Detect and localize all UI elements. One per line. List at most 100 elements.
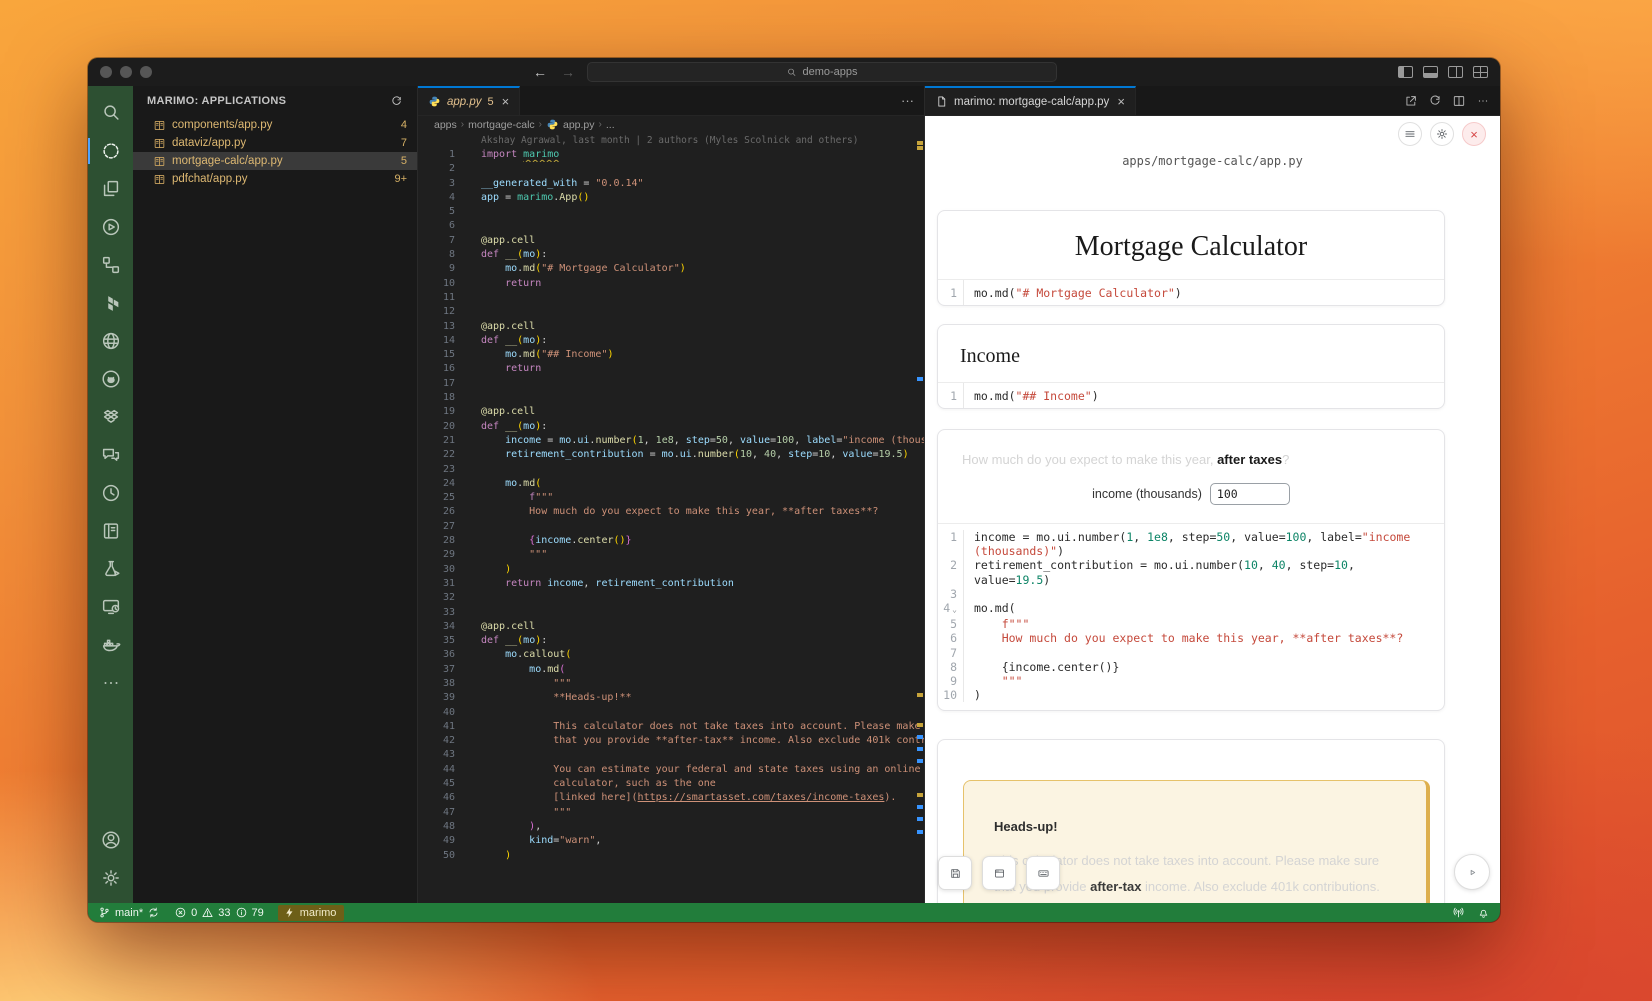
code-line[interactable]: 22 retirement_contribution = mo.ui.numbe… bbox=[418, 448, 924, 462]
code-line[interactable]: 41 This calculator does not take taxes i… bbox=[418, 720, 924, 734]
code-line[interactable]: 14def __(mo): bbox=[418, 334, 924, 348]
code-line[interactable]: 9 mo.md("# Mortgage Calculator") bbox=[418, 262, 924, 276]
gear-button[interactable] bbox=[1430, 122, 1454, 146]
code-line[interactable]: 38 """ bbox=[418, 677, 924, 691]
income-number-input[interactable] bbox=[1210, 483, 1290, 505]
code-line[interactable]: 26 How much do you expect to make this y… bbox=[418, 505, 924, 519]
cell-code[interactable]: mo.md("# Mortgage Calculator") bbox=[964, 286, 1182, 300]
code-line[interactable]: 1import marimo bbox=[418, 148, 924, 162]
refresh-icon[interactable] bbox=[390, 95, 403, 108]
activity-item-run-circle-icon[interactable] bbox=[88, 208, 133, 246]
close-window-button[interactable] bbox=[100, 66, 112, 78]
command-center-search[interactable]: demo-apps bbox=[587, 62, 1057, 82]
tab-close-icon[interactable]: × bbox=[1117, 94, 1125, 109]
bell-icon[interactable] bbox=[1477, 906, 1490, 919]
code-line[interactable]: 4app = marimo.App() bbox=[418, 191, 924, 205]
activity-item-github-icon[interactable] bbox=[88, 360, 133, 398]
code-line[interactable]: 17 bbox=[418, 377, 924, 391]
activity-item-remote-monitor-icon[interactable] bbox=[88, 588, 133, 626]
activity-item-more-icon[interactable] bbox=[88, 664, 133, 702]
code-line[interactable]: 5 bbox=[418, 205, 924, 219]
code-line[interactable]: 44 You can estimate your federal and sta… bbox=[418, 763, 924, 777]
back-arrow-icon[interactable]: ← bbox=[531, 64, 549, 80]
code-line[interactable]: 13@app.cell bbox=[418, 320, 924, 334]
code-line[interactable]: 30 ) bbox=[418, 563, 924, 577]
code-line[interactable]: 3__generated_with = "0.0.14" bbox=[418, 177, 924, 191]
zoom-window-button[interactable] bbox=[140, 66, 152, 78]
code-line[interactable]: 32 bbox=[418, 591, 924, 605]
activity-item-notebook-icon[interactable] bbox=[88, 512, 133, 550]
activity-item-test-flask-icon[interactable] bbox=[88, 550, 133, 588]
chevron-down-icon[interactable]: ⌄ bbox=[952, 605, 957, 614]
toggle-sidebar-left-icon[interactable] bbox=[1398, 66, 1413, 78]
code-line[interactable]: 29 """ bbox=[418, 548, 924, 562]
code-line[interactable]: 20def __(mo): bbox=[418, 420, 924, 434]
open-window-button[interactable] bbox=[982, 856, 1016, 890]
sidebar-item-mortgage-calc-app-py[interactable]: mortgage-calc/app.py 5 bbox=[133, 152, 417, 170]
forward-arrow-icon[interactable]: → bbox=[559, 64, 577, 80]
toggle-sidebar-right-icon[interactable] bbox=[1448, 66, 1463, 78]
preview-code-line[interactable]: 2retirement_contribution = mo.ui.number(… bbox=[938, 558, 1430, 586]
preview-code-line[interactable]: 9 """ bbox=[938, 674, 1430, 688]
preview-code-line[interactable]: 3 bbox=[938, 587, 1430, 601]
activity-item-terraform-icon[interactable] bbox=[88, 284, 133, 322]
open-external-icon[interactable] bbox=[1404, 94, 1418, 108]
more-actions-icon[interactable]: ··· bbox=[901, 93, 914, 108]
code-line[interactable]: 36 mo.callout( bbox=[418, 648, 924, 662]
code-line[interactable]: 34@app.cell bbox=[418, 620, 924, 634]
activity-item-marimo-icon[interactable] bbox=[88, 132, 133, 170]
code-line[interactable]: 2 bbox=[418, 162, 924, 176]
breadcrumb-symbol[interactable]: ... bbox=[606, 119, 615, 131]
activity-item-timer-icon[interactable] bbox=[88, 474, 133, 512]
reload-icon[interactable] bbox=[1428, 94, 1442, 108]
activity-item-dropbox-icon[interactable] bbox=[88, 398, 133, 436]
code-line[interactable]: 11 bbox=[418, 291, 924, 305]
code-line[interactable]: 49 kind="warn", bbox=[418, 834, 924, 848]
code-line[interactable]: 48 ), bbox=[418, 820, 924, 834]
preview-code-line[interactable]: 5 f""" bbox=[938, 617, 1430, 631]
code-line[interactable]: 50 ) bbox=[418, 849, 924, 863]
code-line[interactable]: 46 [linked here](https://smartasset.com/… bbox=[418, 791, 924, 805]
breadcrumb-file[interactable]: app.py bbox=[563, 119, 595, 131]
code-line[interactable]: 12 bbox=[418, 305, 924, 319]
preview-code-line[interactable]: 7 bbox=[938, 646, 1430, 660]
code-line[interactable]: 27 bbox=[418, 520, 924, 534]
cell-code[interactable]: mo.md("## Income") bbox=[964, 389, 1099, 403]
code-line[interactable]: 45 calculator, such as the one bbox=[418, 777, 924, 791]
preview-code-line[interactable]: 6 How much do you expect to make this ye… bbox=[938, 631, 1430, 645]
activity-item-copy-icon[interactable] bbox=[88, 170, 133, 208]
problems-status[interactable]: 0 33 79 bbox=[174, 906, 264, 919]
tab-marimo-preview[interactable]: marimo: mortgage-calc/app.py × bbox=[925, 86, 1136, 115]
marimo-status-badge[interactable]: marimo bbox=[278, 905, 345, 921]
code-editor[interactable]: Akshay Agrawal, last month | 2 authors (… bbox=[418, 133, 924, 903]
code-line[interactable]: 40 bbox=[418, 706, 924, 720]
activity-item-account-icon[interactable] bbox=[88, 821, 133, 859]
code-line[interactable]: 23 bbox=[418, 463, 924, 477]
code-line[interactable]: 31 return income, retirement_contributio… bbox=[418, 577, 924, 591]
activity-item-settings-gear-icon[interactable] bbox=[88, 859, 133, 897]
code-line[interactable]: 10 return bbox=[418, 277, 924, 291]
code-line[interactable]: 35def __(mo): bbox=[418, 634, 924, 648]
code-line[interactable]: 43 bbox=[418, 748, 924, 762]
code-line[interactable]: 47 """ bbox=[418, 806, 924, 820]
code-line[interactable]: 24 mo.md( bbox=[418, 477, 924, 491]
minimize-window-button[interactable] bbox=[120, 66, 132, 78]
code-line[interactable]: 42 that you provide **after-tax** income… bbox=[418, 734, 924, 748]
code-line[interactable]: 28 {income.center()} bbox=[418, 534, 924, 548]
toggle-panel-icon[interactable] bbox=[1423, 66, 1438, 78]
preview-code-line[interactable]: 10) bbox=[938, 688, 1430, 702]
code-line[interactable]: 37 mo.md( bbox=[418, 663, 924, 677]
sidebar-item-dataviz-app-py[interactable]: dataviz/app.py 7 bbox=[133, 134, 417, 152]
code-line[interactable]: 8def __(mo): bbox=[418, 248, 924, 262]
sidebar-item-components-app-py[interactable]: components/app.py 4 bbox=[133, 116, 417, 134]
preview-code-line[interactable]: 1income = mo.ui.number(1, 1e8, step=50, … bbox=[938, 530, 1430, 558]
save-button[interactable] bbox=[938, 856, 972, 890]
split-editor-icon[interactable] bbox=[1452, 94, 1466, 108]
run-app-button[interactable] bbox=[1454, 854, 1490, 890]
activity-item-comments-icon[interactable] bbox=[88, 436, 133, 474]
code-line[interactable]: 33 bbox=[418, 606, 924, 620]
preview-code-line[interactable]: 4⌄mo.md( bbox=[938, 601, 1430, 617]
breadcrumb-apps[interactable]: apps bbox=[434, 119, 457, 131]
code-line[interactable]: 19@app.cell bbox=[418, 405, 924, 419]
git-branch-status[interactable]: main* bbox=[98, 906, 160, 919]
